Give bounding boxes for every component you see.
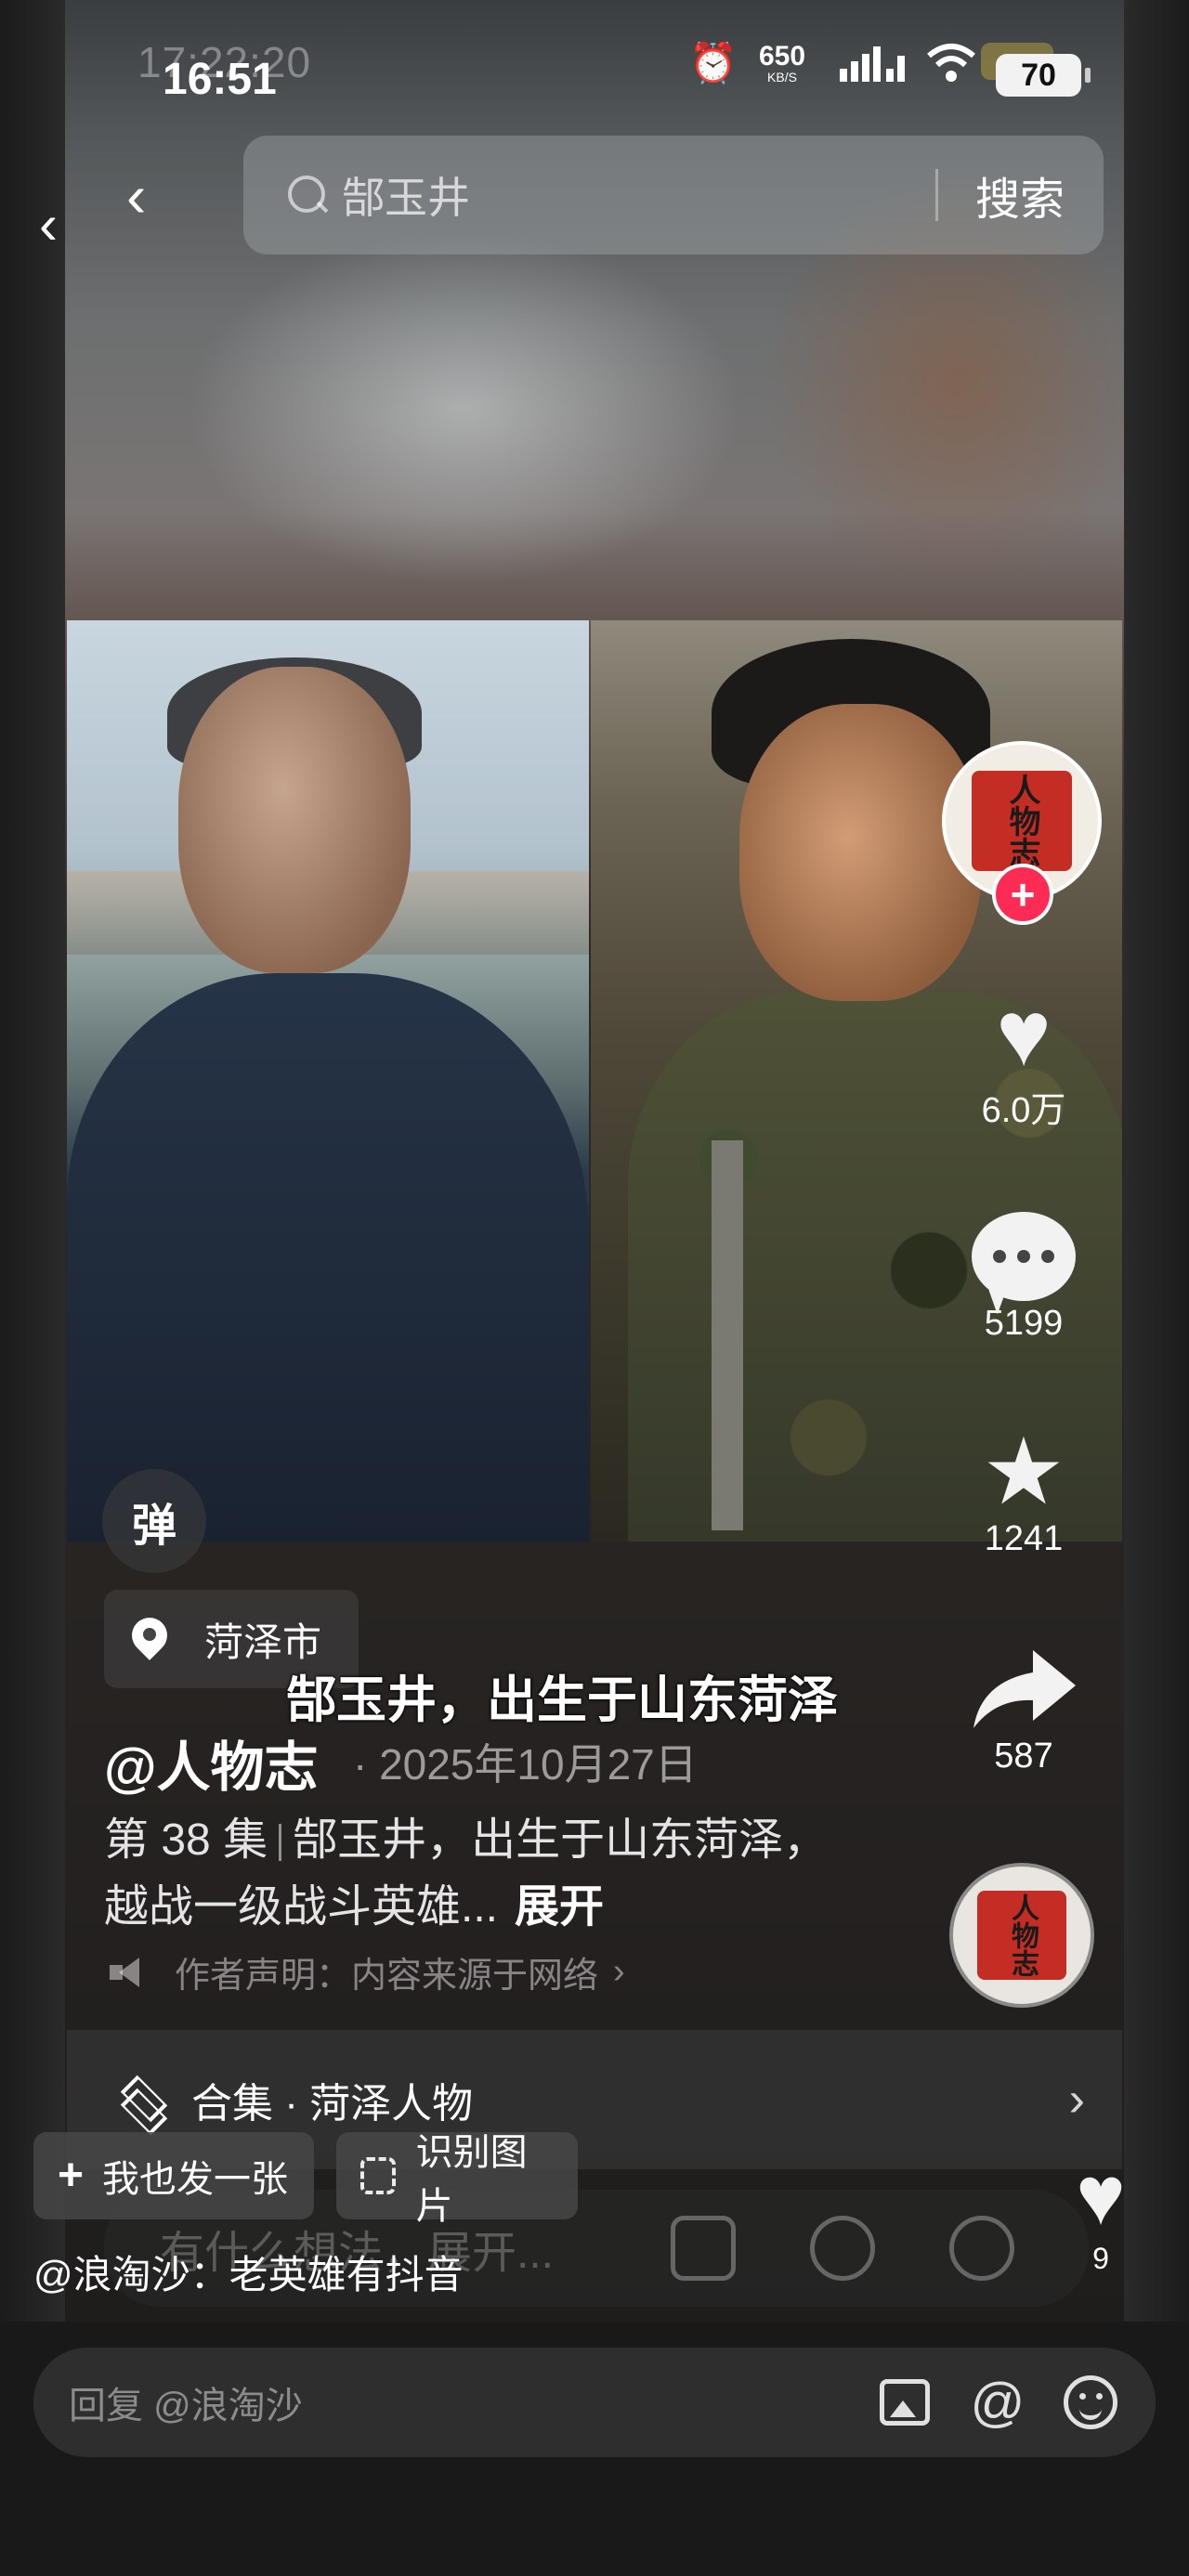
layers-icon xyxy=(119,2077,163,2122)
author-declaration[interactable]: 作者声明：内容来源于网络 › xyxy=(110,1946,625,1997)
share-arrow-icon xyxy=(968,1638,1079,1740)
left-edge-fade xyxy=(0,0,65,2322)
music-seal-logo: 人物志 xyxy=(977,1891,1066,1980)
net-speed-value: 650 xyxy=(758,41,806,72)
search-button[interactable]: 搜索 xyxy=(975,163,1065,228)
image-icon[interactable] xyxy=(877,2374,933,2430)
image-icon xyxy=(671,2216,736,2281)
background-glow xyxy=(186,232,743,585)
episode-label: 第 38 集 xyxy=(104,1815,268,1865)
search-input[interactable]: 郜玉井 xyxy=(342,164,935,226)
identify-image-label: 识别图片 xyxy=(415,2132,528,2227)
emoji-icon[interactable] xyxy=(1063,2374,1118,2430)
wifi-icon xyxy=(925,41,977,85)
photo-face xyxy=(739,704,981,1001)
video-subtitle: 郜玉井，出生于山东菏泽 xyxy=(286,1672,838,1728)
reply-input[interactable]: 回复 @浪淘沙 @ xyxy=(33,2348,1156,2457)
back-button[interactable]: ‹ xyxy=(126,163,175,228)
right-edge-fade xyxy=(1124,0,1189,2322)
avatar-seal-logo: 人物志 xyxy=(972,771,1072,871)
post-same-label: 我也发一张 xyxy=(102,2159,289,2200)
video-photo-older-man xyxy=(67,620,589,1542)
star-icon: ★ xyxy=(982,1420,1065,1524)
post-date: · 2025年10月27日 xyxy=(353,1740,698,1789)
favorite-button[interactable]: ★ 1241 xyxy=(960,1421,1087,1559)
search-divider xyxy=(934,169,938,221)
location-pin-icon xyxy=(132,1618,167,1660)
search-bar[interactable]: 郜玉井 搜索 xyxy=(243,136,1104,254)
favorite-count: 1241 xyxy=(984,1519,1064,1558)
identify-image-button[interactable]: 识别图片 xyxy=(336,2132,578,2227)
chevron-right-icon: › xyxy=(1068,2073,1085,2127)
photo-strap xyxy=(712,1140,743,1530)
expand-link[interactable]: 展开 xyxy=(515,1882,604,1932)
plus-icon: + xyxy=(58,2151,85,2200)
emoji-icon xyxy=(949,2216,1014,2281)
author-name[interactable]: @人物志 xyxy=(104,1724,319,1802)
photo-body xyxy=(67,973,589,1542)
battery-indicator: 70 xyxy=(996,54,1091,97)
chevron-right-icon: › xyxy=(613,1952,625,1991)
follow-plus-button[interactable]: + xyxy=(992,864,1053,925)
episode-separator xyxy=(279,1824,282,1862)
danmaku-toggle-button[interactable]: 弹 xyxy=(102,1469,206,1573)
heart-icon: ♥ xyxy=(1076,2150,1126,2243)
net-speed-unit: KB/S xyxy=(767,70,797,85)
at-icon[interactable]: @ xyxy=(970,2373,1026,2433)
share-button[interactable]: 587 xyxy=(960,1638,1087,1776)
comment-like-count: 9 xyxy=(1092,2242,1109,2275)
share-count: 587 xyxy=(994,1737,1053,1776)
heart-icon: ♥ xyxy=(996,982,1052,1086)
photo-face xyxy=(178,667,411,973)
back-button-outer[interactable]: ‹ xyxy=(39,195,87,254)
video-description: 第 38 集郜玉井，出生于山东菏泽，越战一级战斗英雄... 展开 xyxy=(104,1807,866,1941)
signal-icon xyxy=(836,41,910,85)
declaration-text: 作者声明：内容来源于网络 xyxy=(175,1957,599,1996)
comment-author-line: @浪淘沙：老英雄有抖音 xyxy=(33,2253,464,2296)
status-bar: 17:22:20 16:51 ⏰ 650 KB/S 70 xyxy=(0,0,1189,121)
music-disc-button[interactable]: 人物志 xyxy=(949,1863,1094,2008)
comment-like-button[interactable]: ♥ 9 xyxy=(1059,2154,1143,2276)
like-count: 6.0万 xyxy=(981,1091,1066,1130)
status-time: 16:51 xyxy=(163,55,277,104)
reply-input-placeholder[interactable]: 回复 @浪淘沙 xyxy=(69,2375,877,2429)
scan-icon xyxy=(360,2157,396,2194)
avatar-seal-text: 人物志 xyxy=(1003,774,1040,868)
search-icon xyxy=(286,174,329,216)
post-same-button[interactable]: + 我也发一张 xyxy=(33,2132,314,2219)
music-seal-text: 人物志 xyxy=(1006,1893,1039,1977)
speaker-icon xyxy=(110,1956,147,1989)
comment-bubble-icon xyxy=(968,1205,1079,1308)
collection-label: 合集 · 菏泽人物 xyxy=(191,2081,474,2127)
like-button[interactable]: ♥ 6.0万 xyxy=(960,982,1087,1132)
comment-button[interactable]: 5199 xyxy=(960,1205,1087,1344)
signal-bars-icon xyxy=(840,46,905,82)
alarm-icon: ⏰ xyxy=(688,40,738,85)
screenshot-root: 17:22:20 16:51 ⏰ 650 KB/S 70 ‹ ‹ 郜玉井 搜索 … xyxy=(0,0,1189,2576)
net-speed: 650 KB/S xyxy=(751,41,814,85)
at-icon xyxy=(810,2216,875,2281)
